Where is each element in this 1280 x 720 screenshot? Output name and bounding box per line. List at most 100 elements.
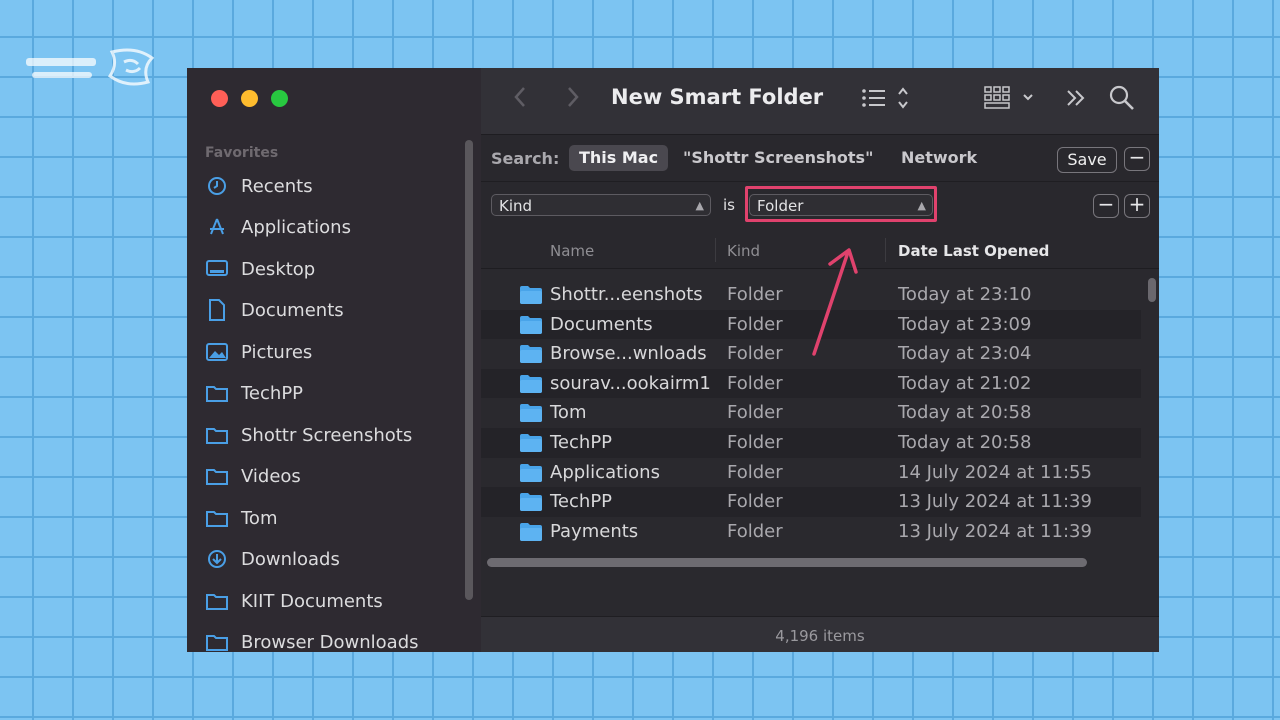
table-row[interactable]: TechPP Folder 13 July 2024 at 11:39 bbox=[481, 487, 1141, 517]
more-toolbar-button[interactable] bbox=[1065, 85, 1087, 115]
sidebar-item-label: Recents bbox=[241, 175, 313, 197]
forward-button[interactable] bbox=[561, 86, 585, 110]
folder-icon bbox=[205, 589, 229, 613]
document-icon bbox=[205, 298, 229, 322]
chevron-right-icon bbox=[568, 87, 579, 107]
column-header-date-last-opened[interactable]: Date Last Opened bbox=[898, 242, 1049, 260]
sidebar-item-applications[interactable]: Applications bbox=[205, 212, 351, 242]
sidebar-item-downloads[interactable]: Downloads bbox=[205, 544, 340, 574]
column-divider[interactable] bbox=[885, 238, 886, 262]
sidebar-item-pictures[interactable]: Pictures bbox=[205, 337, 312, 367]
sidebar-item-label: Pictures bbox=[241, 341, 313, 363]
zoom-window-button[interactable] bbox=[271, 90, 288, 107]
remove-criteria-button[interactable]: − bbox=[1093, 194, 1119, 218]
row-date: Today at 20:58 bbox=[898, 431, 1032, 453]
row-name: Browse...wnloads bbox=[550, 343, 707, 365]
row-kind: Folder bbox=[727, 284, 783, 305]
search-button[interactable] bbox=[1109, 85, 1135, 115]
status-bar: 4,196 items bbox=[481, 616, 1159, 652]
sidebar-item-label: TechPP bbox=[241, 382, 304, 404]
desktop-icon bbox=[205, 257, 229, 281]
sidebar-item-label: Videos bbox=[241, 465, 301, 487]
row-date: 14 July 2024 at 11:55 bbox=[898, 461, 1092, 483]
sidebar-item-browser-downloads[interactable]: Browser Downloads bbox=[205, 627, 419, 652]
sidebar-item-desktop[interactable]: Desktop bbox=[205, 254, 315, 284]
row-kind: Folder bbox=[727, 431, 783, 453]
folder-icon bbox=[205, 464, 229, 488]
vertical-scrollbar[interactable] bbox=[1148, 278, 1156, 302]
sidebar-item-shottr-screenshots[interactable]: Shottr Screenshots bbox=[205, 420, 412, 450]
table-row[interactable]: sourav...ookairm1 Folder Today at 21:02 bbox=[481, 368, 1141, 399]
row-date: Today at 23:04 bbox=[898, 343, 1032, 365]
column-divider[interactable] bbox=[715, 238, 716, 262]
folder-icon bbox=[205, 506, 229, 530]
sidebar-item-documents[interactable]: Documents bbox=[205, 295, 344, 325]
row-kind: Folder bbox=[727, 343, 783, 365]
sidebar-scrollbar[interactable] bbox=[465, 140, 473, 600]
list-view-icon bbox=[862, 87, 908, 109]
row-date: Today at 23:09 bbox=[898, 313, 1032, 335]
scope-shottr-screenshots[interactable]: "Shottr Screenshots" bbox=[673, 145, 883, 171]
sidebar-item-label: Applications bbox=[241, 216, 351, 238]
finder-window: Favorites Recents Applications Desktop D… bbox=[187, 68, 1159, 652]
save-button[interactable]: Save bbox=[1057, 147, 1117, 173]
chevron-left-icon bbox=[514, 87, 525, 107]
row-kind: Folder bbox=[727, 491, 783, 513]
scope-this-mac[interactable]: This Mac bbox=[569, 145, 669, 171]
folder-icon bbox=[520, 345, 542, 364]
table-row[interactable]: Applications Folder 14 July 2024 at 11:5… bbox=[481, 458, 1141, 488]
folder-icon bbox=[520, 522, 542, 541]
row-name: Documents bbox=[550, 313, 653, 335]
folder-icon bbox=[520, 374, 542, 393]
minimize-window-button[interactable] bbox=[241, 90, 258, 107]
sidebar-item-kiit-documents[interactable]: KIIT Documents bbox=[205, 586, 383, 616]
add-criteria-button[interactable]: + bbox=[1124, 194, 1150, 218]
back-button[interactable] bbox=[508, 86, 532, 110]
attribute-select-value: Kind bbox=[499, 197, 533, 215]
attribute-select[interactable]: Kind ▲ bbox=[491, 194, 711, 216]
clock-icon bbox=[205, 174, 229, 198]
folder-icon bbox=[520, 493, 542, 512]
horizontal-scrollbar[interactable] bbox=[487, 558, 1087, 567]
table-row[interactable]: Payments Folder 13 July 2024 at 11:39 bbox=[481, 517, 1141, 547]
row-kind: Folder bbox=[727, 372, 783, 394]
row-kind: Folder bbox=[727, 520, 783, 542]
close-window-button[interactable] bbox=[211, 90, 228, 107]
sidebar-item-label: Desktop bbox=[241, 258, 316, 280]
watermark-logo bbox=[26, 48, 155, 86]
table-row[interactable]: TechPP Folder Today at 20:58 bbox=[481, 427, 1141, 458]
table-row[interactable]: Tom Folder Today at 20:58 bbox=[481, 398, 1141, 428]
sidebar-item-tom[interactable]: Tom bbox=[205, 503, 277, 533]
sidebar-item-techpp[interactable]: TechPP bbox=[205, 378, 303, 408]
folder-icon bbox=[205, 630, 229, 652]
double-chevron-right-icon bbox=[1067, 90, 1085, 106]
folder-icon bbox=[520, 315, 542, 334]
row-date: Today at 21:02 bbox=[898, 372, 1032, 394]
annotation-highlight-box bbox=[745, 186, 937, 222]
pictures-icon bbox=[205, 340, 229, 364]
sidebar-item-label: Tom bbox=[241, 507, 278, 529]
folder-icon bbox=[520, 463, 542, 482]
sidebar-item-videos[interactable]: Videos bbox=[205, 461, 301, 491]
folder-icon bbox=[205, 381, 229, 405]
scope-network[interactable]: Network bbox=[891, 145, 987, 171]
column-header-name[interactable]: Name bbox=[550, 242, 594, 260]
annotation-arrow-icon bbox=[812, 248, 858, 356]
sidebar-item-recents[interactable]: Recents bbox=[205, 171, 313, 201]
group-button[interactable] bbox=[984, 85, 1040, 115]
sidebar: Favorites Recents Applications Desktop D… bbox=[187, 68, 481, 652]
list-view-button[interactable] bbox=[861, 85, 911, 115]
row-kind: Folder bbox=[727, 402, 783, 424]
sidebar-item-label: Documents bbox=[241, 299, 344, 321]
main-pane: New Smart Folder Search: This Mac "Shott… bbox=[481, 68, 1159, 652]
sidebar-section-title: Favorites bbox=[205, 145, 279, 161]
search-scope-bar: Search: This Mac "Shottr Screenshots" Ne… bbox=[481, 135, 1159, 182]
search-icon bbox=[1109, 85, 1134, 110]
column-header-kind[interactable]: Kind bbox=[727, 242, 760, 260]
chevron-updown-icon: ▲ bbox=[695, 199, 704, 212]
folder-icon bbox=[520, 433, 542, 452]
remove-search-button[interactable]: − bbox=[1124, 147, 1150, 171]
window-title: New Smart Folder bbox=[611, 85, 824, 109]
sidebar-item-label: Shottr Screenshots bbox=[241, 424, 413, 446]
operator-label: is bbox=[723, 196, 735, 214]
